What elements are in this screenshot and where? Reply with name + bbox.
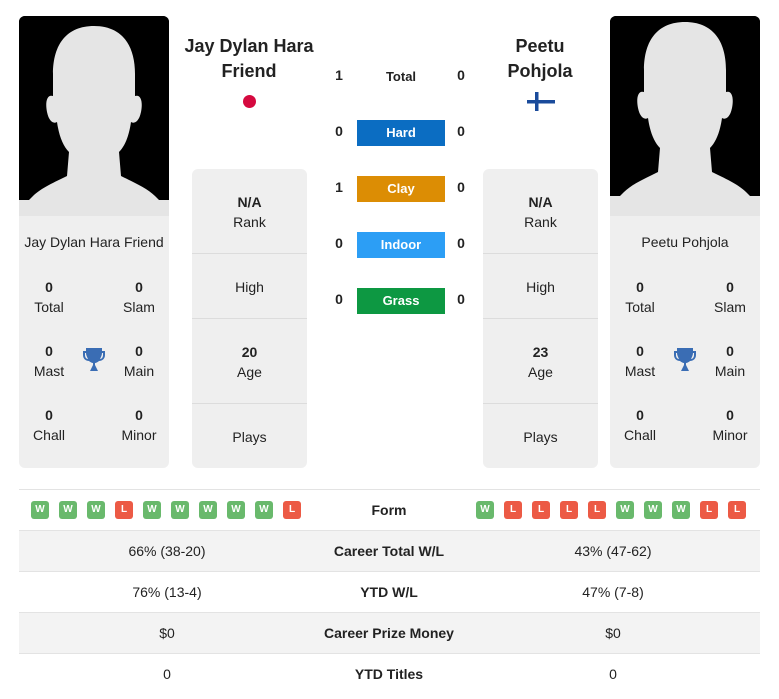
player1-high: High: [235, 279, 264, 295]
row-label: Career Total W/L: [333, 543, 445, 559]
player1-challenger-titles: 0 Chall: [33, 407, 65, 443]
form-win-badge[interactable]: W: [616, 501, 634, 519]
h2h-clay-p2: 0: [457, 179, 465, 195]
player2-challenger-titles: 0 Chall: [624, 407, 656, 443]
h2h-hard-p2: 0: [457, 123, 465, 139]
finland-flag-icon: [527, 92, 555, 111]
h2h-indoor-p1: 0: [335, 235, 343, 251]
divider: [483, 318, 598, 319]
h2h-grass-p1: 0: [335, 291, 343, 307]
form-win-badge[interactable]: W: [644, 501, 662, 519]
player1-plays: Plays: [232, 429, 267, 445]
form-loss-badge[interactable]: L: [700, 501, 718, 519]
player-silhouette-icon: [19, 16, 169, 216]
player1-photo: [19, 16, 169, 216]
player2-minor-titles: 0 Minor: [712, 407, 748, 443]
table-row: 76% (13-4) YTD W/L 47% (7-8): [19, 571, 760, 612]
player2-total-titles: 0 Total: [625, 279, 655, 315]
trophy-icon: [83, 348, 105, 371]
player2-high: High: [526, 279, 555, 295]
comparison-table: WWWLWWWWWL Form WLLLLWWWLL 66% (38-20) C…: [19, 489, 760, 694]
table-row: $0 Career Prize Money $0: [19, 612, 760, 653]
player1-age: 20 Age: [237, 344, 262, 380]
form-loss-badge[interactable]: L: [728, 501, 746, 519]
player2-main-titles: 0 Main: [714, 343, 746, 379]
player2-age: 23 Age: [528, 344, 553, 380]
form-win-badge[interactable]: W: [31, 501, 49, 519]
form-win-badge[interactable]: W: [171, 501, 189, 519]
player1-minor-titles: 0 Minor: [121, 407, 157, 443]
h2h-hard-p1: 0: [335, 123, 343, 139]
player1-ytd-titles: 0: [163, 666, 171, 682]
form-win-badge[interactable]: W: [59, 501, 77, 519]
player2-career-wl: 43% (47-62): [574, 543, 652, 559]
table-row: 66% (38-20) Career Total W/L 43% (47-62): [19, 530, 760, 571]
row-label: YTD Titles: [354, 666, 424, 682]
form-label: Form: [371, 502, 407, 518]
player1-titles-card: Jay Dylan Hara Friend 0 Total 0 Slam 0 M…: [19, 216, 169, 468]
form-row: WWWLWWWWWL Form WLLLLWWWLL: [19, 489, 760, 530]
h2h-grass-label[interactable]: Grass: [357, 288, 445, 314]
form-win-badge[interactable]: W: [476, 501, 494, 519]
trophy-icon: [674, 348, 696, 371]
h2h-indoor-p2: 0: [457, 235, 465, 251]
player2-heading[interactable]: Peetu Pohjola: [465, 34, 615, 84]
player2-rank: N/A Rank: [524, 194, 557, 230]
form-win-badge[interactable]: W: [143, 501, 161, 519]
player2-slam-titles: 0 Slam: [714, 279, 746, 315]
form-win-badge[interactable]: W: [255, 501, 273, 519]
divider: [192, 318, 307, 319]
player2-form: WLLLLWWWLL: [476, 501, 746, 519]
player1-form: WWWLWWWWWL: [31, 501, 301, 519]
player2-titles-card: Peetu Pohjola 0 Total 0 Slam 0 Mast 0 Ma…: [610, 216, 760, 468]
divider: [483, 253, 598, 254]
h2h-hard-label[interactable]: Hard: [357, 120, 445, 146]
player-silhouette-icon: [610, 16, 760, 216]
player1-masters-titles: 0 Mast: [33, 343, 65, 379]
japan-flag-icon: [243, 95, 256, 108]
form-win-badge[interactable]: W: [672, 501, 690, 519]
player1-ytd-wl: 76% (13-4): [132, 584, 202, 600]
form-win-badge[interactable]: W: [199, 501, 217, 519]
player2-name[interactable]: Peetu Pohjola: [610, 234, 760, 250]
divider: [483, 403, 598, 404]
player1-total-titles: 0 Total: [34, 279, 64, 315]
form-loss-badge[interactable]: L: [560, 501, 578, 519]
form-loss-badge[interactable]: L: [115, 501, 133, 519]
form-loss-badge[interactable]: L: [532, 501, 550, 519]
h2h-total-label: Total: [385, 69, 417, 84]
player1-prize-money: $0: [159, 625, 175, 641]
form-win-badge[interactable]: W: [87, 501, 105, 519]
player1-rank: N/A Rank: [233, 194, 266, 230]
player2-ytd-wl: 47% (7-8): [582, 584, 644, 600]
player1-profile-card: N/A Rank High 20 Age Plays: [192, 169, 307, 468]
player1-name[interactable]: Jay Dylan Hara Friend: [19, 234, 169, 250]
row-label: YTD W/L: [360, 584, 418, 600]
h2h-total-p1: 1: [335, 67, 343, 83]
divider: [192, 403, 307, 404]
player2-prize-money: $0: [605, 625, 621, 641]
h2h-grass-p2: 0: [457, 291, 465, 307]
form-loss-badge[interactable]: L: [588, 501, 606, 519]
h2h-clay-p1: 1: [335, 179, 343, 195]
h2h-clay-label[interactable]: Clay: [357, 176, 445, 202]
player2-plays: Plays: [523, 429, 558, 445]
divider: [192, 253, 307, 254]
player2-photo: [610, 16, 760, 216]
table-row: 0 YTD Titles 0: [19, 653, 760, 694]
player1-slam-titles: 0 Slam: [123, 279, 155, 315]
player2-ytd-titles: 0: [609, 666, 617, 682]
h2h-indoor-label[interactable]: Indoor: [357, 232, 445, 258]
player2-masters-titles: 0 Mast: [624, 343, 656, 379]
form-win-badge[interactable]: W: [227, 501, 245, 519]
player1-heading[interactable]: Jay Dylan Hara Friend: [174, 34, 324, 84]
form-loss-badge[interactable]: L: [504, 501, 522, 519]
row-label: Career Prize Money: [324, 625, 454, 641]
player1-main-titles: 0 Main: [123, 343, 155, 379]
player2-profile-card: N/A Rank High 23 Age Plays: [483, 169, 598, 468]
player1-career-wl: 66% (38-20): [128, 543, 206, 559]
